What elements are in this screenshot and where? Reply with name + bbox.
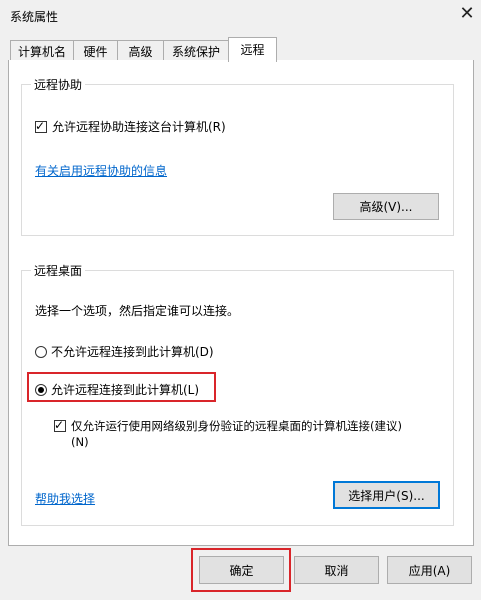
tab-system-protection[interactable]: 系统保护 xyxy=(163,40,229,62)
allow-remote-radio[interactable] xyxy=(35,383,47,396)
apply-button[interactable]: 应用(A) xyxy=(387,556,472,584)
advanced-button[interactable]: 高级(V)... xyxy=(333,193,439,220)
nla-row[interactable]: ✓ 仅允许运行使用网络级别身份验证的远程桌面的计算机连接(建议) (N) xyxy=(54,418,402,450)
close-icon[interactable]: ✕ xyxy=(455,2,479,26)
help-me-choose-link[interactable]: 帮助我选择 xyxy=(35,490,95,507)
allow-remote-assistance-label: 允许远程协助连接这台计算机(R) xyxy=(52,120,226,134)
tab-advanced[interactable]: 高级 xyxy=(117,40,164,62)
nla-label-line2: (N) xyxy=(71,435,89,449)
disallow-remote-label: 不允许远程连接到此计算机(D) xyxy=(51,345,214,359)
tab-hardware[interactable]: 硬件 xyxy=(73,40,118,62)
checkmark-icon: ✓ xyxy=(35,118,46,133)
allow-remote-assistance-checkbox[interactable]: ✓ xyxy=(35,118,47,133)
nla-checkbox[interactable]: ✓ xyxy=(54,418,66,432)
allow-remote-label: 允许远程连接到此计算机(L) xyxy=(51,383,200,397)
allow-remote-assistance-row[interactable]: ✓ 允许远程协助连接这台计算机(R) xyxy=(35,118,226,135)
nla-label: 仅允许运行使用网络级别身份验证的远程桌面的计算机连接(建议) (N) xyxy=(71,418,402,450)
disallow-remote-radio[interactable] xyxy=(35,345,47,358)
allow-remote-row[interactable]: 允许远程连接到此计算机(L) xyxy=(35,381,199,398)
remote-assistance-legend: 远程协助 xyxy=(31,76,86,93)
radio-selected-dot xyxy=(38,386,44,393)
remote-assistance-info-link[interactable]: 有关启用远程协助的信息 xyxy=(35,162,167,179)
cancel-button[interactable]: 取消 xyxy=(294,556,379,584)
ok-button[interactable]: 确定 xyxy=(199,556,284,584)
remote-desktop-legend: 远程桌面 xyxy=(31,262,86,279)
window-title: 系统属性 xyxy=(10,10,59,24)
remote-desktop-instruction: 选择一个选项，然后指定谁可以连接。 xyxy=(35,304,240,318)
checkmark-icon: ✓ xyxy=(54,418,65,432)
tab-computer-name[interactable]: 计算机名 xyxy=(10,40,74,62)
tab-remote[interactable]: 远程 xyxy=(228,37,277,62)
nla-label-line1: 仅允许运行使用网络级别身份验证的远程桌面的计算机连接(建议) xyxy=(71,419,402,433)
disallow-remote-row[interactable]: 不允许远程连接到此计算机(D) xyxy=(35,343,214,360)
select-users-button[interactable]: 选择用户(S)... xyxy=(333,481,440,509)
